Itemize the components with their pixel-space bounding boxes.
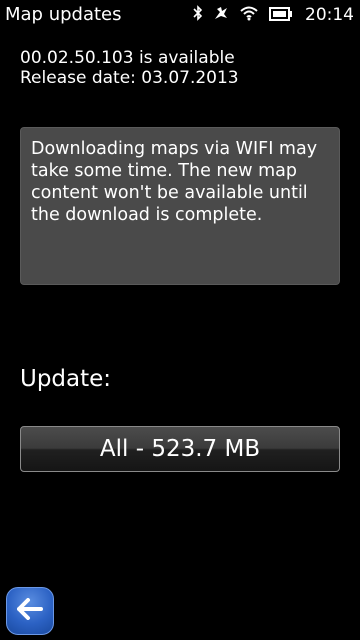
clock: 20:14 <box>305 5 354 25</box>
status-bar: Map updates 20:14 <box>0 0 360 30</box>
battery-icon <box>269 6 293 25</box>
update-label: Update: <box>20 366 112 392</box>
release-date-text: Release date: 03.07.2013 <box>20 68 239 88</box>
bluetooth-icon <box>193 5 203 25</box>
map-updates-screen: Map updates 20:14 00.02.50.103 is availa… <box>0 0 360 640</box>
update-all-button[interactable]: All - 523.7 MB <box>20 426 340 472</box>
download-note-box: Downloading maps via WIFI may take some … <box>20 127 340 285</box>
status-icons: 20:14 <box>183 0 354 30</box>
back-arrow-icon <box>17 598 43 624</box>
signal-icon <box>213 5 229 25</box>
back-button[interactable] <box>6 587 54 635</box>
download-note-text: Downloading maps via WIFI may take some … <box>31 139 318 225</box>
update-all-button-label: All - 523.7 MB <box>99 436 261 462</box>
version-available-text: 00.02.50.103 is available <box>20 48 235 68</box>
app-title: Map updates <box>5 4 122 25</box>
wifi-icon <box>239 5 259 25</box>
